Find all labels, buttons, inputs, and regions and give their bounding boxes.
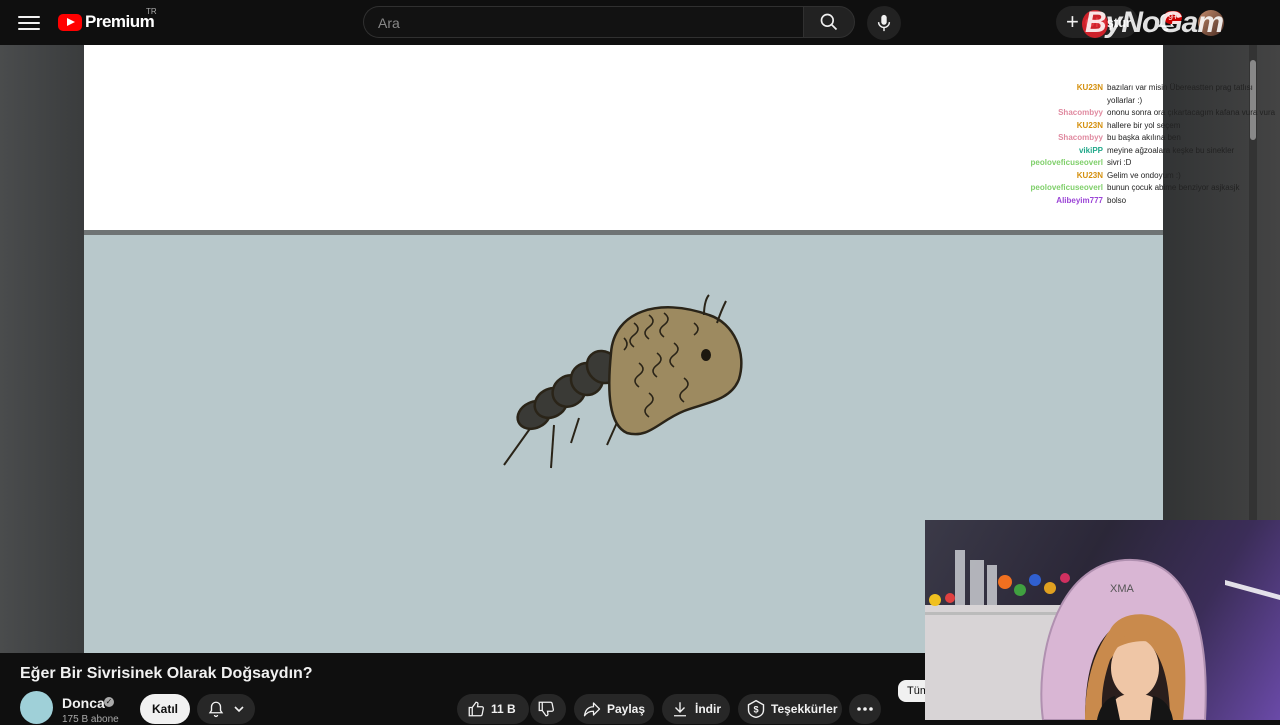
- share-label: Paylaş: [607, 702, 646, 716]
- share-icon: [583, 702, 601, 717]
- verified-badge-icon: ✓: [104, 697, 114, 707]
- chat-message: vikiPP meyine ağzoalara keşke bu sinekler: [1030, 145, 1280, 158]
- chat-text: bazıları var misin Übereastten prag tatl…: [1107, 83, 1253, 92]
- live-chat-overlay: KU23N bazıları var misin Übereastten prag…: [1030, 82, 1280, 207]
- youtube-play-icon: [58, 13, 82, 31]
- chat-text: hallere bir yol seçem: [1107, 120, 1181, 130]
- voice-search-button[interactable]: [867, 6, 901, 40]
- thumbs-up-icon: [468, 701, 485, 717]
- channel-avatar[interactable]: [20, 691, 53, 724]
- chat-message: yollarlar :): [1030, 95, 1280, 108]
- video-info-bar: Eğer Bir Sivrisinek Olarak Doğsaydın? Do…: [0, 653, 925, 725]
- chat-message: peoloveficuseoverl bunun çocuk abime benz…: [1030, 182, 1280, 195]
- chat-text: Gelim ve ondoyum :): [1107, 170, 1181, 180]
- streamer-webcam: XMA: [925, 520, 1280, 720]
- chat-message: Alibeyim777 bolso: [1030, 195, 1280, 208]
- download-icon: [674, 702, 686, 717]
- logo-region: TR: [146, 7, 157, 16]
- chat-username: Alibeyim777: [1056, 195, 1103, 205]
- video-top-panel: [84, 45, 1163, 230]
- chat-username: KU23N: [1076, 170, 1103, 180]
- chat-username: vikiPP: [1078, 145, 1103, 155]
- more-horizontal-icon: [857, 707, 873, 711]
- video-divider: [84, 230, 1163, 235]
- chat-username: peoloveficuseoverl: [1030, 183, 1103, 192]
- chat-message: KU23N bazıları var misin Übereastten prag…: [1030, 82, 1280, 95]
- thumbs-down-icon: [538, 701, 555, 717]
- chat-username: [1030, 95, 1107, 108]
- top-bar: Premium TR + Oluştur 9+ ByNoGam: [0, 0, 1280, 45]
- chat-text: sivri :D: [1107, 158, 1132, 167]
- streamer-watermark: ByNoGam: [1085, 6, 1224, 39]
- svg-text:XMA: XMA: [1110, 583, 1135, 595]
- chat-text: bunun çocuk abime benziyor asjkasjk: [1107, 183, 1240, 192]
- chat-message: KU23N hallere bir yol seçem: [1030, 120, 1280, 133]
- bell-icon: [208, 701, 224, 718]
- video-title: Eğer Bir Sivrisinek Olarak Doğsaydın?: [20, 665, 313, 682]
- menu-icon[interactable]: [18, 12, 40, 32]
- microphone-icon: [877, 14, 891, 32]
- chat-text: bolso: [1107, 195, 1127, 205]
- chat-text: yollarlar :): [1107, 95, 1143, 105]
- chat-message: Shacombyy bu başka akılına ben: [1030, 132, 1280, 145]
- like-count: 11 B: [491, 702, 516, 716]
- chevron-down-icon: [234, 706, 244, 713]
- thanks-label: Teşekkürler: [771, 702, 838, 716]
- chat-text: ononu sonra ora çıkartacagım kafana vura…: [1107, 108, 1276, 117]
- chat-message: KU23N Gelim ve ondoyum :): [1030, 170, 1280, 183]
- super-thanks-icon: $: [747, 699, 765, 719]
- filter-chip-all[interactable]: Tümü: [898, 680, 925, 702]
- search-input[interactable]: [376, 7, 780, 39]
- chat-username: KU23N: [1076, 83, 1103, 92]
- channel-name[interactable]: Donca: [62, 695, 105, 711]
- mosquito-illustration: [503, 294, 743, 469]
- chat-text: meyine ağzoalara keşke bu sinekler: [1107, 145, 1235, 155]
- svg-text:$: $: [753, 704, 758, 714]
- search-box: [363, 6, 803, 39]
- chat-text: bu başka akılına ben: [1107, 133, 1181, 142]
- plus-icon: +: [1066, 9, 1079, 34]
- chat-username: peoloveficuseoverl: [1030, 158, 1103, 167]
- chat-username: Shacombyy: [1058, 133, 1103, 142]
- webcam-scene: XMA: [925, 550, 1280, 720]
- logo-text: Premium: [85, 12, 155, 31]
- chat-username: Shacombyy: [1058, 108, 1103, 117]
- chat-message: peoloveficuseoverl sivri :D: [1030, 157, 1280, 170]
- youtube-premium-logo[interactable]: Premium TR: [58, 7, 157, 32]
- search-button[interactable]: [803, 6, 855, 38]
- download-label: İndir: [695, 702, 721, 716]
- search-icon: [820, 13, 838, 31]
- chat-username: KU23N: [1076, 120, 1103, 130]
- chat-message: Shacombyy ononu sonra ora çıkartacagım ka…: [1030, 107, 1280, 120]
